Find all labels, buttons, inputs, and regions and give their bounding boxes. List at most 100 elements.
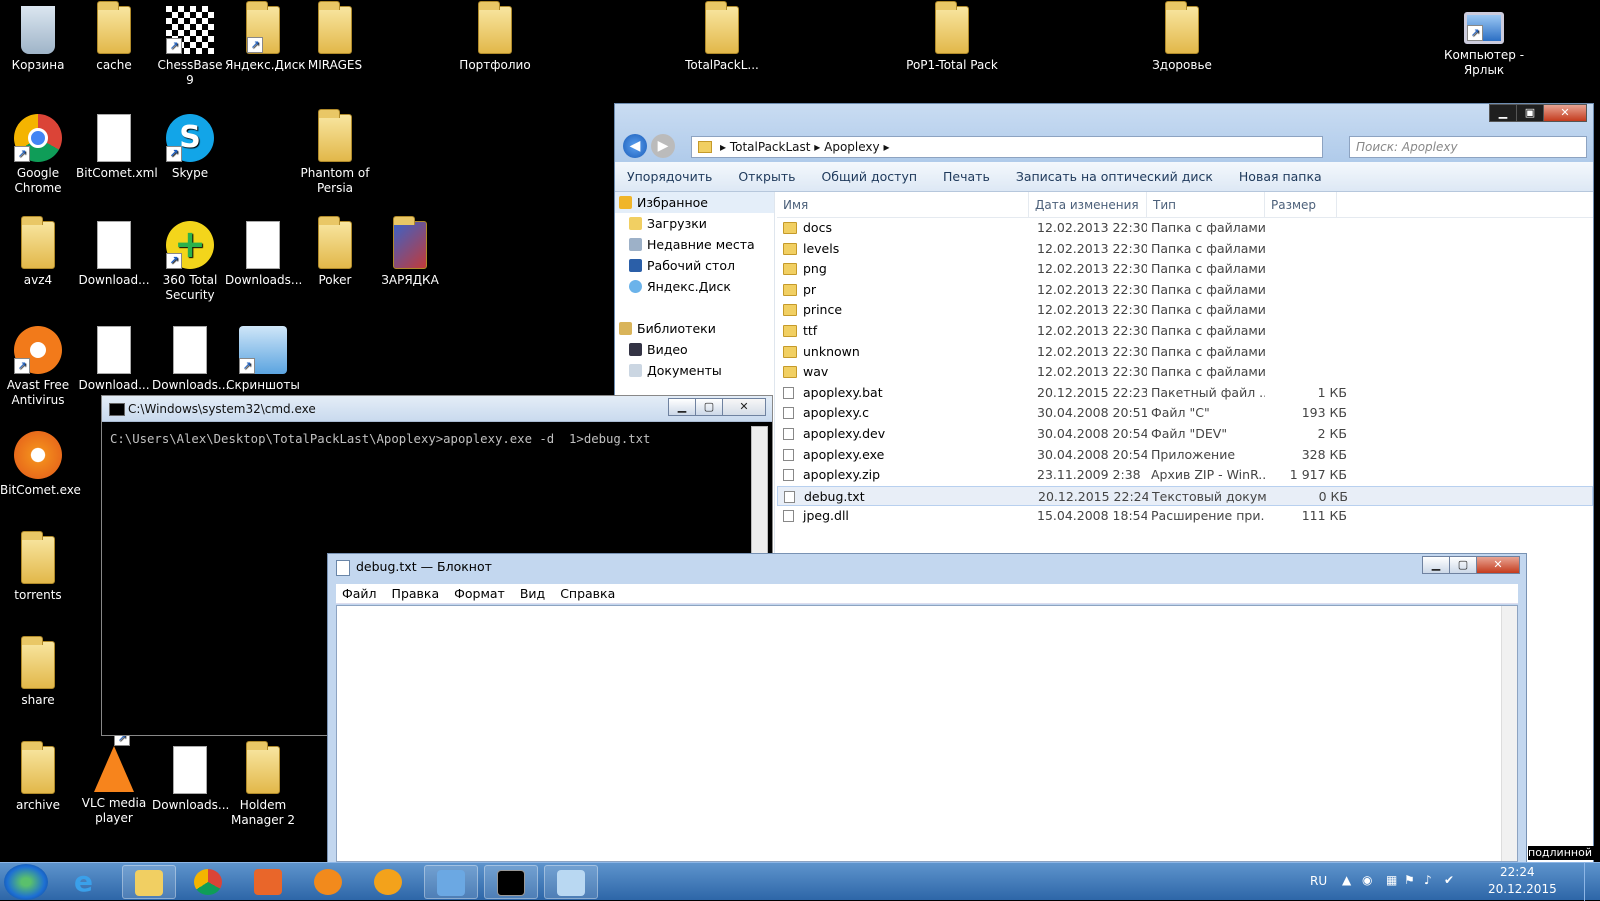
desktop-icon-skype[interactable]: S Skype — [152, 108, 228, 181]
clock-time[interactable]: 22:24 — [1500, 865, 1535, 879]
start-button[interactable] — [4, 864, 48, 900]
nav-favorites[interactable]: Избранное — [615, 192, 774, 213]
desktop-icon-holdem[interactable]: Holdem Manager 2 — [225, 740, 301, 828]
desktop-icon-bitcomet-xml[interactable]: BitComet.xml — [76, 108, 158, 181]
back-button[interactable]: ◀ — [623, 134, 647, 158]
desktop-icon-avz4[interactable]: avz4 — [0, 215, 76, 288]
show-hidden-icons-icon[interactable]: ▲ — [1342, 873, 1351, 887]
close-button[interactable]: ✕ — [722, 398, 766, 416]
desktop-icon-avast[interactable]: Avast Free Antivirus — [0, 320, 76, 408]
notepad-window[interactable]: debug.txt — Блокнот ▁ ▢ ✕ Файл Правка Фо… — [327, 553, 1527, 863]
nav-recent[interactable]: Недавние места — [615, 234, 774, 255]
file-row[interactable]: prince 12.02.2013 22:30 Папка с файлами — [777, 300, 1593, 321]
show-desktop-button[interactable] — [1584, 863, 1600, 901]
desktop-icon-health[interactable]: Здоровье — [1136, 0, 1228, 73]
volume-icon[interactable]: ♪ — [1424, 873, 1432, 887]
file-row[interactable]: jpeg.dll 15.04.2008 18:54 Расширение при..… — [777, 506, 1593, 527]
file-row[interactable]: ttf 12.02.2013 22:30 Папка с файлами — [777, 321, 1593, 342]
desktop-icon-share[interactable]: share — [0, 635, 76, 708]
organize-button[interactable]: Упорядочить — [627, 169, 712, 184]
desktop-icon-cache[interactable]: cache — [76, 0, 152, 73]
desktop-icon-download2[interactable]: Download... — [76, 320, 152, 393]
menu-file[interactable]: Файл — [342, 586, 377, 601]
desktop-icon-downloads1[interactable]: Downloads... — [225, 215, 302, 288]
taskbar-bitcomet[interactable] — [302, 865, 356, 899]
file-row[interactable]: apoplexy.c 30.04.2008 20:51 Файл "C" 193 КБ — [777, 403, 1593, 424]
desktop-icon-downloads2[interactable]: Downloads... — [152, 320, 229, 393]
burn-button[interactable]: Записать на оптический диск — [1016, 169, 1213, 184]
nav-downloads[interactable]: Загрузки — [615, 213, 774, 234]
taskbar-kolobok[interactable] — [362, 865, 416, 899]
file-row[interactable]: png 12.02.2013 22:30 Папка с файлами — [777, 259, 1593, 280]
taskbar-notepad[interactable] — [544, 865, 598, 899]
file-row[interactable]: apoplexy.bat 20.12.2015 22:23 Пакетный фай… — [777, 383, 1593, 404]
desktop-icon-computer[interactable]: Компьютер - Ярлык — [1436, 0, 1532, 78]
file-row[interactable]: apoplexy.zip 23.11.2009 2:38 Архив ZIP - W… — [777, 465, 1593, 486]
desktop-icon-vlc[interactable]: VLC media player — [76, 730, 152, 826]
taskbar-remote[interactable] — [424, 865, 478, 899]
column-type[interactable]: Тип — [1147, 192, 1265, 217]
minimize-button[interactable]: ▁ — [1422, 556, 1450, 574]
file-row[interactable]: docs 12.02.2013 22:30 Папка с файлами — [777, 218, 1593, 239]
menu-format[interactable]: Формат — [454, 586, 505, 601]
minimize-button[interactable]: ▁ — [1489, 104, 1517, 122]
notepad-scrollbar[interactable] — [1501, 606, 1517, 861]
desktop-icon-360[interactable]: +360 Total Security — [152, 215, 228, 303]
tray-app-icon[interactable]: ✔ — [1444, 873, 1454, 887]
desktop-icon-totalpack[interactable]: TotalPackL... — [676, 0, 768, 73]
desktop-icon-archive[interactable]: archive — [0, 740, 76, 813]
speaker-icon[interactable]: ◉ — [1362, 873, 1372, 887]
taskbar-media[interactable] — [242, 865, 296, 899]
file-row[interactable]: unknown 12.02.2013 22:30 Папка с файлами — [777, 342, 1593, 363]
desktop-icon-phantom[interactable]: Phantom of Persia — [297, 108, 373, 196]
nav-video[interactable]: Видео — [615, 339, 774, 360]
new-folder-button[interactable]: Новая папка — [1239, 169, 1322, 184]
desktop-icon-yandex-disk[interactable]: Яндекс.Диск — [225, 0, 306, 73]
taskbar-chrome[interactable] — [182, 865, 236, 899]
forward-button[interactable]: ▶ — [651, 134, 675, 158]
nav-desktop[interactable]: Рабочий стол — [615, 255, 774, 276]
desktop-icon-bitcomet-exe[interactable]: BitComet.exe — [0, 425, 81, 498]
search-input[interactable]: Поиск: Apoplexy — [1349, 136, 1587, 158]
print-button[interactable]: Печать — [943, 169, 990, 184]
desktop-icon-portfolio[interactable]: Портфолио — [449, 0, 541, 73]
nav-libraries[interactable]: Библиотеки — [615, 318, 774, 339]
menu-help[interactable]: Справка — [560, 586, 615, 601]
close-button[interactable]: ✕ — [1476, 556, 1520, 574]
cmd-output[interactable]: C:\Users\Alex\Desktop\TotalPackLast\Apop… — [110, 432, 650, 446]
address-bar[interactable]: ▸ TotalPackLast ▸ Apoplexy ▸ — [691, 136, 1323, 158]
taskbar-ie[interactable]: e — [62, 865, 116, 899]
desktop-icon-zaryadka[interactable]: ЗАРЯДКА — [372, 215, 448, 288]
maximize-button[interactable]: ▣ — [1516, 104, 1544, 122]
taskbar-explorer[interactable] — [122, 865, 176, 899]
column-date[interactable]: Дата изменения — [1029, 192, 1147, 217]
column-name[interactable]: Имя — [777, 192, 1029, 217]
desktop-icon-chessbase[interactable]: ChessBase 9 — [152, 0, 228, 88]
nav-yandex-disk[interactable]: Яндекс.Диск — [615, 276, 774, 297]
minimize-button[interactable]: ▁ — [668, 398, 696, 416]
file-row[interactable]: apoplexy.dev 30.04.2008 20:54 Файл "DEV" 2 … — [777, 424, 1593, 445]
desktop-icon-poker[interactable]: Poker — [297, 215, 373, 288]
column-size[interactable]: Размер — [1265, 192, 1337, 217]
clock-date[interactable]: 20.12.2015 — [1488, 882, 1557, 896]
file-row[interactable]: debug.txt 20.12.2015 22:24 Текстовый докум… — [777, 485, 1593, 507]
menu-view[interactable]: Вид — [520, 586, 545, 601]
open-button[interactable]: Открыть — [738, 169, 795, 184]
language-indicator[interactable]: RU — [1310, 874, 1327, 888]
desktop-icon-recycle-bin[interactable]: Корзина — [0, 0, 76, 73]
network-icon[interactable]: ▦ — [1386, 873, 1397, 887]
desktop-icon-chrome[interactable]: Google Chrome — [0, 108, 76, 196]
breadcrumb-item[interactable]: Apoplexy — [824, 140, 880, 154]
desktop-icon-pop1[interactable]: PoP1-Total Pack — [906, 0, 998, 73]
maximize-button[interactable]: ▢ — [695, 398, 723, 416]
taskbar-cmd[interactable] — [484, 865, 538, 899]
close-button[interactable]: ✕ — [1543, 104, 1587, 122]
desktop-icon-download1[interactable]: Download... — [76, 215, 152, 288]
flag-icon[interactable]: ⚑ — [1404, 873, 1415, 887]
file-row[interactable]: apoplexy.exe 30.04.2008 20:54 Приложение 32… — [777, 445, 1593, 466]
file-row[interactable]: levels 12.02.2013 22:30 Папка с файлами — [777, 239, 1593, 260]
menu-edit[interactable]: Правка — [392, 586, 440, 601]
file-row[interactable]: pr 12.02.2013 22:30 Папка с файлами — [777, 280, 1593, 301]
desktop-icon-downloads3[interactable]: Downloads... — [152, 740, 229, 813]
notepad-text-area[interactable] — [336, 605, 1518, 862]
